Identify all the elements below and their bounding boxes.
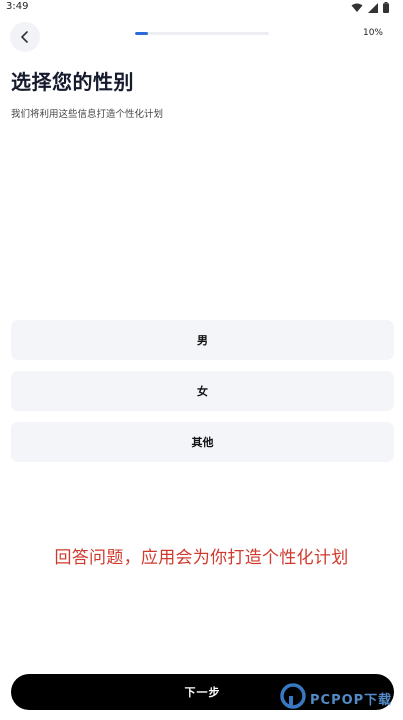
chevron-left-icon [20, 28, 30, 47]
status-bar: 3:49 [0, 0, 403, 16]
status-icons [351, 2, 389, 13]
page-subtitle: 我们将利用这些信息打造个性化计划 [11, 109, 164, 120]
page-title: 选择您的性别 [11, 70, 134, 94]
back-button[interactable] [10, 22, 40, 52]
battery-icon [383, 2, 389, 13]
progress-bar [135, 32, 269, 35]
status-time: 3:49 [6, 1, 29, 12]
option-male-button[interactable]: 男 [11, 320, 394, 360]
progress-fill [135, 32, 149, 35]
signal-icon [368, 2, 378, 13]
option-female-button[interactable]: 女 [11, 371, 394, 411]
watermark: PCPOP下载 [280, 683, 392, 713]
promo-caption: 回答问题，应用会为你打造个性化计划 [54, 548, 349, 568]
progress-percent-label: 10% [362, 28, 383, 38]
watermark-text: PCPOP下载 [310, 692, 393, 708]
watermark-logo-icon [280, 683, 306, 713]
option-other-button[interactable]: 其他 [11, 422, 394, 462]
wifi-icon [351, 3, 363, 13]
